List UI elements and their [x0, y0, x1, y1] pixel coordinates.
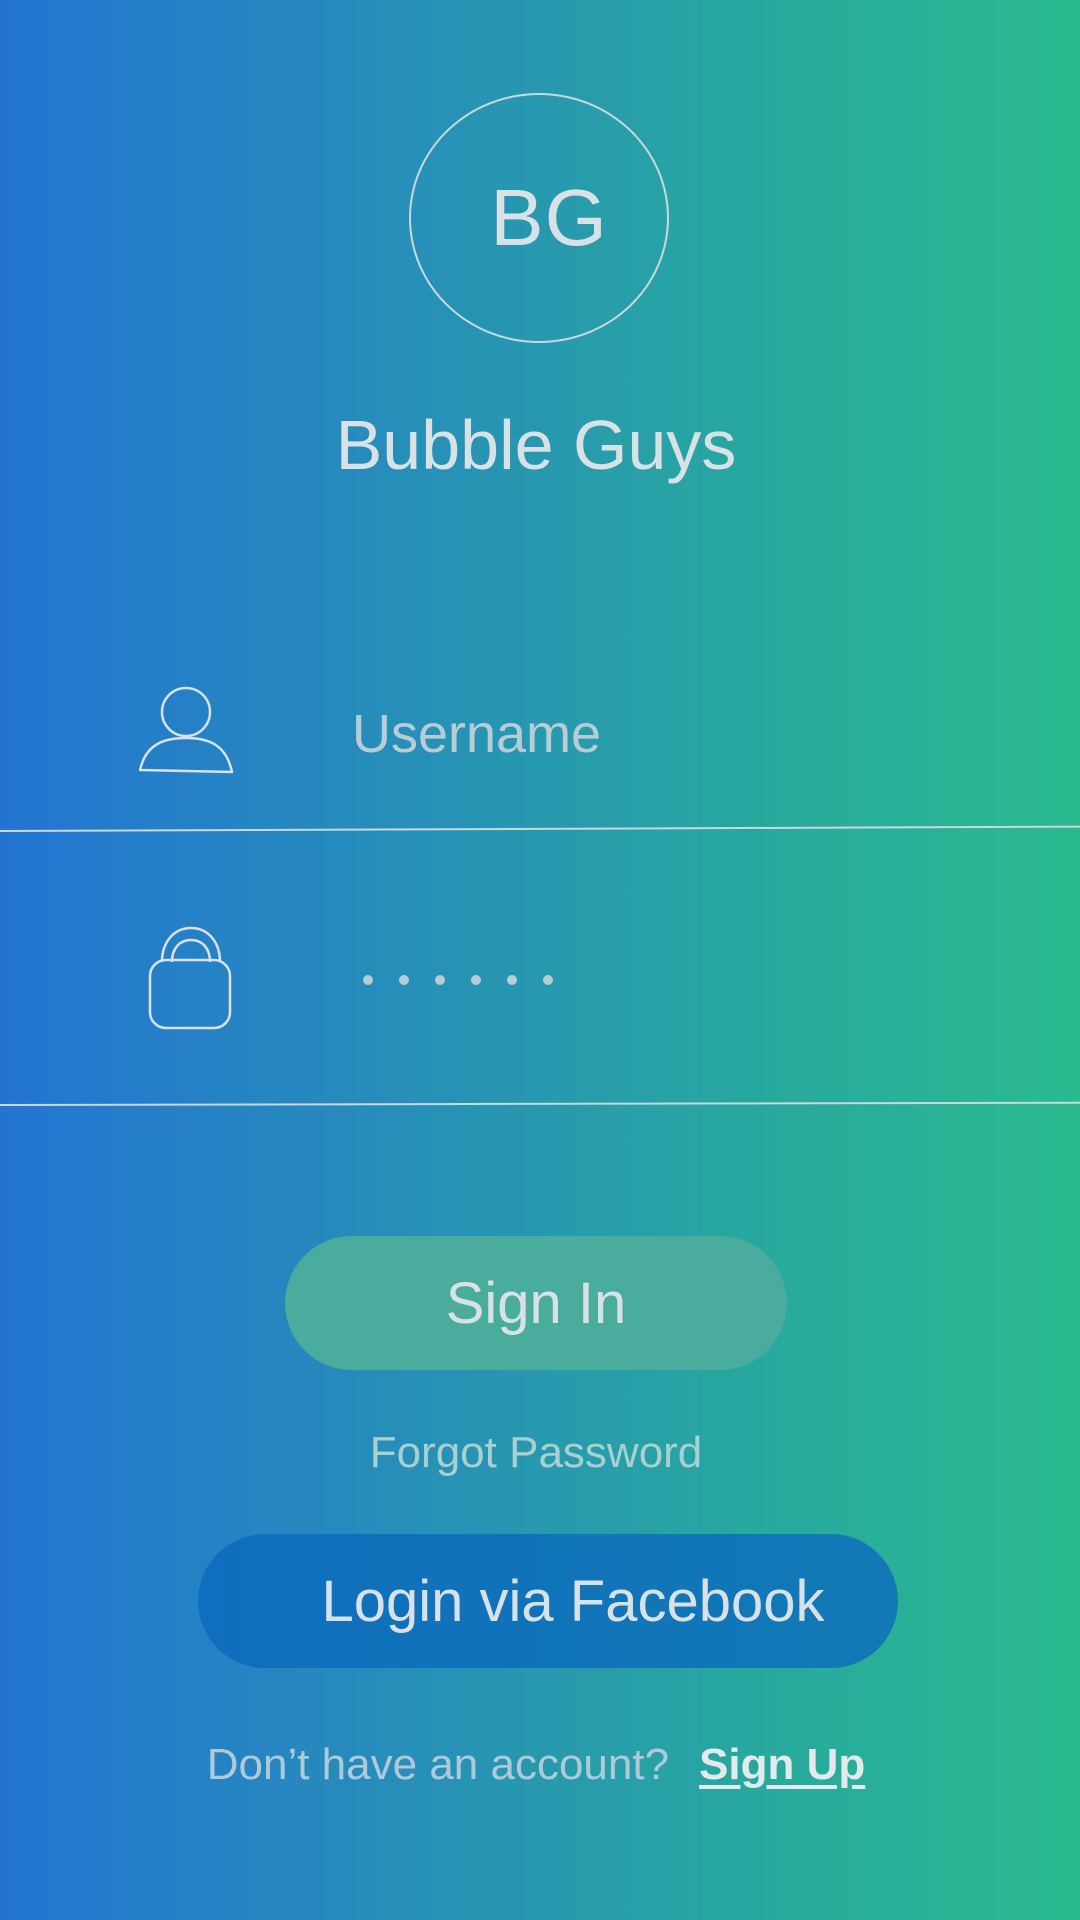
password-divider — [0, 1101, 1080, 1106]
sign-in-button[interactable]: Sign In — [285, 1236, 787, 1370]
password-dot — [435, 975, 445, 985]
password-dot — [399, 975, 409, 985]
logo-initials: BG — [490, 173, 608, 262]
signup-row: Don’t have an account? Sign Up — [0, 1740, 1072, 1790]
no-account-text: Don’t have an account? — [206, 1740, 670, 1789]
facebook-login-button[interactable]: Login via Facebook — [198, 1534, 898, 1668]
username-divider — [0, 825, 1080, 832]
user-icon — [138, 686, 234, 774]
forgot-password-link[interactable]: Forgot Password — [0, 1428, 1072, 1478]
app-name: Bubble Guys — [335, 406, 737, 484]
password-dot — [543, 975, 553, 985]
lock-icon — [148, 926, 234, 1032]
username-input[interactable] — [352, 694, 1002, 774]
password-input[interactable] — [352, 940, 579, 1020]
password-dot — [507, 975, 517, 985]
password-dot — [363, 975, 373, 985]
password-dot — [471, 975, 481, 985]
sign-up-link[interactable]: Sign Up — [699, 1740, 865, 1790]
